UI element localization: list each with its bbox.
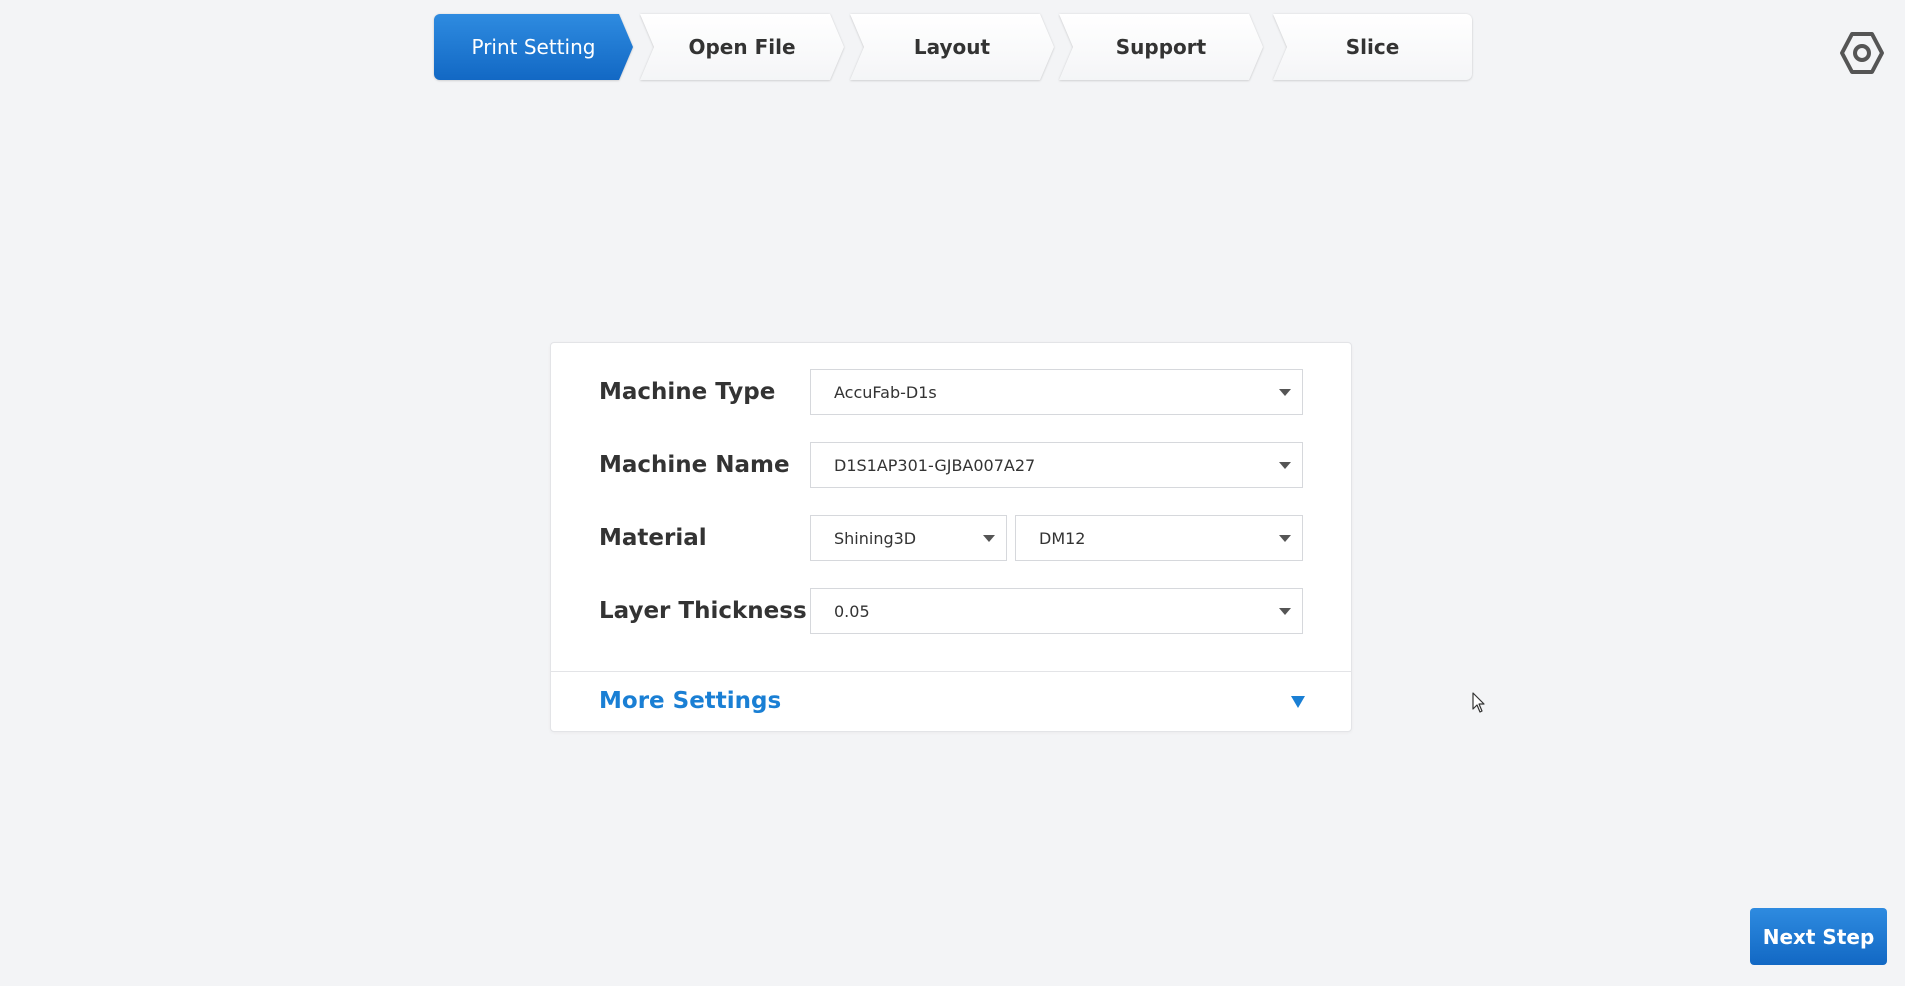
layer-thickness-select[interactable]: 0.05 bbox=[810, 588, 1303, 634]
chevron-down-icon bbox=[1279, 389, 1291, 396]
step-open-file[interactable]: Open File bbox=[640, 14, 844, 80]
chevron-down-icon bbox=[1279, 608, 1291, 615]
machine-name-select[interactable]: D1S1AP301-GJBA007A27 bbox=[810, 442, 1303, 488]
machine-type-value: AccuFab-D1s bbox=[834, 382, 937, 402]
machine-type-row: Machine Type AccuFab-D1s bbox=[599, 368, 1303, 416]
gear-icon[interactable] bbox=[1838, 30, 1886, 76]
step-support-label: Support bbox=[1115, 35, 1207, 59]
material-brand-value: Shining3D bbox=[834, 528, 917, 548]
material-row: Material Shining3D DM12 bbox=[599, 514, 1303, 562]
expand-arrow-icon bbox=[1291, 696, 1305, 708]
app-window: Print Setting Open File Layout Support S… bbox=[0, 0, 1905, 986]
step-support[interactable]: Support bbox=[1059, 14, 1263, 80]
machine-type-label: Machine Type bbox=[599, 379, 776, 405]
mouse-pointer-icon bbox=[1472, 692, 1485, 713]
chevron-down-icon bbox=[1279, 535, 1291, 542]
next-step-button[interactable]: Next Step bbox=[1750, 908, 1887, 965]
more-settings-toggle[interactable]: More Settings bbox=[551, 672, 1351, 732]
material-resin-select[interactable]: DM12 bbox=[1015, 515, 1303, 561]
material-resin-value: DM12 bbox=[1039, 528, 1086, 548]
step-slice-label: Slice bbox=[1345, 35, 1400, 59]
chevron-down-icon bbox=[983, 535, 995, 542]
layer-thickness-label: Layer Thickness bbox=[599, 598, 807, 624]
more-settings-label: More Settings bbox=[599, 688, 782, 714]
chevron-down-icon bbox=[1279, 462, 1291, 469]
layer-thickness-value: 0.05 bbox=[834, 601, 870, 621]
material-brand-select[interactable]: Shining3D bbox=[810, 515, 1007, 561]
step-layout[interactable]: Layout bbox=[850, 14, 1054, 80]
machine-name-row: Machine Name D1S1AP301-GJBA007A27 bbox=[599, 441, 1303, 489]
material-label: Material bbox=[599, 525, 707, 551]
step-open-file-label: Open File bbox=[688, 35, 796, 59]
machine-name-label: Machine Name bbox=[599, 452, 790, 478]
layer-thickness-row: Layer Thickness 0.05 bbox=[599, 587, 1303, 635]
step-layout-label: Layout bbox=[913, 35, 991, 59]
machine-name-value: D1S1AP301-GJBA007A27 bbox=[834, 455, 1036, 475]
step-print-setting-label: Print Setting bbox=[471, 35, 596, 59]
step-slice[interactable]: Slice bbox=[1273, 14, 1472, 80]
machine-type-select[interactable]: AccuFab-D1s bbox=[810, 369, 1303, 415]
print-settings-panel: Machine Type AccuFab-D1s Machine Name D1… bbox=[550, 342, 1352, 732]
step-print-setting[interactable]: Print Setting bbox=[434, 14, 633, 80]
